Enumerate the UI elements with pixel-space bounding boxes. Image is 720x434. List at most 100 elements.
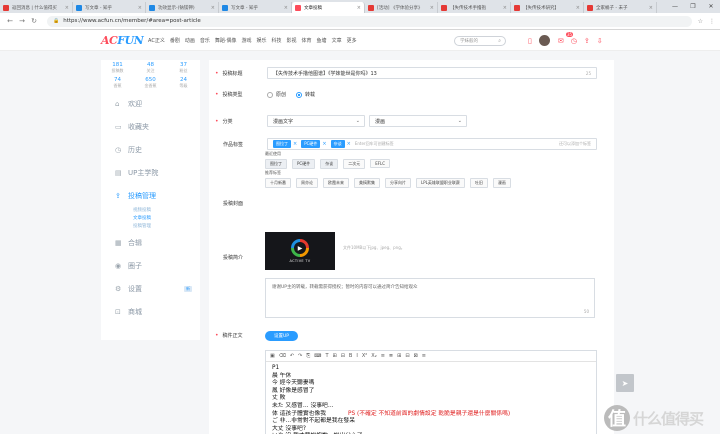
message-icon[interactable]: ✉ bbox=[558, 37, 564, 45]
sidebar-item[interactable]: ◷ 历史 bbox=[101, 138, 200, 161]
browser-tab[interactable]: 【失传技术研究】 × bbox=[511, 2, 584, 13]
history-icon[interactable]: ◷ bbox=[571, 37, 577, 45]
close-icon[interactable]: × bbox=[347, 141, 351, 147]
toolbar-button[interactable]: ⊞ bbox=[333, 353, 337, 359]
close-icon[interactable]: × bbox=[293, 141, 297, 147]
close-icon[interactable]: × bbox=[357, 5, 361, 11]
sidebar-item[interactable]: ⌂ 欢迎 bbox=[101, 92, 200, 115]
browser-tab[interactable]: 写文章 - 知乎 × bbox=[219, 2, 292, 13]
stat-item[interactable]: 24 等级 bbox=[167, 77, 200, 92]
stat-item[interactable]: 650 金香蕉 bbox=[134, 77, 167, 92]
minimize-icon[interactable]: — bbox=[666, 3, 684, 10]
close-icon[interactable]: × bbox=[65, 5, 69, 11]
toolbar-button[interactable]: ⎘ bbox=[306, 353, 310, 359]
stat-item[interactable]: 37 粉丝 bbox=[167, 62, 200, 77]
sidebar-item[interactable]: ▦ 合辑 bbox=[101, 231, 200, 254]
back-icon[interactable]: ← bbox=[5, 17, 15, 25]
close-icon[interactable]: × bbox=[649, 5, 653, 11]
set-up-button[interactable]: 设置UP bbox=[265, 331, 298, 341]
nav-link[interactable]: 文章 bbox=[332, 37, 342, 44]
maximize-icon[interactable]: ❐ bbox=[684, 3, 702, 10]
toolbar-button[interactable]: T bbox=[325, 353, 328, 359]
nav-link[interactable]: AC正义 bbox=[148, 37, 165, 44]
browser-tab[interactable]: 全家桶子 - 未子 × bbox=[584, 2, 657, 13]
title-input[interactable]: 【失传技术手撸他图谱】《学妹能世是你吗》13 25 bbox=[267, 67, 597, 79]
toolbar-button[interactable]: ▣ bbox=[270, 353, 275, 359]
close-icon[interactable]: × bbox=[576, 5, 580, 11]
recommend-tag[interactable]: 十月新番 bbox=[265, 178, 291, 188]
sidebar-item[interactable]: ⚙ 设置 新 bbox=[101, 277, 200, 300]
toolbar-button[interactable]: ⊟ bbox=[405, 353, 409, 359]
toolbar-button[interactable]: ⊞ bbox=[397, 353, 401, 359]
forward-icon[interactable]: → bbox=[17, 17, 27, 25]
recent-tag[interactable]: PC硬件 bbox=[292, 159, 316, 169]
browser-tab[interactable]: 文章投稿 × bbox=[292, 2, 365, 13]
toolbar-button[interactable]: I bbox=[356, 353, 357, 359]
recommend-tag[interactable]: 美搞默集 bbox=[354, 178, 380, 188]
search-input[interactable]: 学妹般的 ⌕ bbox=[454, 36, 506, 46]
summary-textarea[interactable]: 谢谢UP主的转载，转载需获得授权；暂时的内容可以通过简介告知给观众 50 bbox=[265, 278, 595, 318]
reload-icon[interactable]: ↻ bbox=[29, 17, 39, 25]
stat-item[interactable]: 48 关注 bbox=[134, 62, 167, 77]
category-select-1[interactable]: 漫画文字 ⌄ bbox=[267, 115, 365, 127]
sidebar-subitem[interactable]: 投稿管理 bbox=[101, 223, 200, 231]
editor-content[interactable]: P1 晨 午休今 經今天聽妻嗎鳳 好像是感冒了丈 敗未た 又感冒… 沒事吧… 体 這… bbox=[266, 362, 596, 434]
nav-link[interactable]: 影视 bbox=[287, 37, 297, 44]
rich-text-editor[interactable]: ▣ ⌫ ↶ ↷ ⎘ ⌨ T ⊞ ⊟ B I X² X₂ ≡ ≣ ⊞ ⊟ ⊠ ≡ P1 晨 午休今 經今天聽妻嗎鳳 好像… bbox=[265, 350, 597, 434]
tags-input[interactable]: 图拉丁 × PC硬件 × 杂谈 × Enter回车可创建标签 还可以添加个标签 bbox=[267, 138, 597, 150]
logo[interactable]: ACFUN bbox=[101, 34, 144, 47]
radio-original[interactable]: 原创 bbox=[267, 91, 286, 98]
recommend-tag[interactable]: 周亦论 bbox=[296, 178, 318, 188]
browser-tab[interactable]: 写文章 - 知乎 × bbox=[73, 2, 146, 13]
toolbar-button[interactable]: ↷ bbox=[298, 353, 302, 359]
phone-icon[interactable]: ▯ bbox=[528, 37, 532, 45]
browser-tab[interactable]: 返回消息 | 什么值得买 × bbox=[0, 2, 73, 13]
close-icon[interactable]: × bbox=[211, 5, 215, 11]
recommend-tag[interactable]: 欧霞未来 bbox=[323, 178, 349, 188]
recommend-tag[interactable]: 漫画 bbox=[492, 178, 511, 188]
nav-link[interactable]: 动画 bbox=[185, 37, 195, 44]
nav-link[interactable]: 音乐 bbox=[200, 37, 210, 44]
upload-icon[interactable]: ⇪ bbox=[584, 37, 590, 45]
close-window-icon[interactable]: ✕ bbox=[702, 3, 720, 10]
sidebar-subitem[interactable]: 文章投稿 bbox=[101, 215, 200, 223]
nav-link[interactable]: 更多 bbox=[347, 37, 357, 44]
star-icon[interactable]: ☆ bbox=[698, 18, 703, 25]
close-icon[interactable]: × bbox=[503, 5, 507, 11]
toolbar-button[interactable]: ≡ bbox=[422, 353, 426, 359]
sidebar-item[interactable]: ⊡ 商城 bbox=[101, 300, 200, 323]
toolbar-button[interactable]: X₂ bbox=[371, 353, 376, 359]
recent-tag[interactable]: 杂谈 bbox=[320, 159, 339, 169]
recent-tag[interactable]: EFLC bbox=[370, 159, 391, 168]
cover-image[interactable]: ▶ ACTIVE TV bbox=[265, 232, 335, 270]
nav-link[interactable]: 科技 bbox=[272, 37, 282, 44]
sidebar-item[interactable]: ◉ 圈子 bbox=[101, 254, 200, 277]
toolbar-button[interactable]: ≡ bbox=[381, 353, 385, 359]
close-icon[interactable]: × bbox=[284, 5, 288, 11]
toolbar-button[interactable]: ↶ bbox=[290, 353, 294, 359]
toolbar-button[interactable]: ⊠ bbox=[414, 353, 418, 359]
close-icon[interactable]: × bbox=[138, 5, 142, 11]
avatar[interactable] bbox=[538, 35, 550, 46]
search-icon[interactable]: ⌕ bbox=[498, 38, 501, 44]
toolbar-button[interactable]: ⌫ bbox=[279, 353, 286, 359]
toolbar-button[interactable]: B bbox=[349, 353, 352, 359]
sidebar-subitem[interactable]: 视频投稿 bbox=[101, 207, 200, 215]
browser-tab[interactable]: 功效显示-(钠镁钾) × bbox=[146, 2, 219, 13]
toolbar-button[interactable]: X² bbox=[362, 353, 367, 359]
nav-link[interactable]: 娱乐 bbox=[256, 37, 266, 44]
menu-icon[interactable]: ⋮ bbox=[709, 18, 715, 25]
nav-link[interactable]: 游戏 bbox=[241, 37, 251, 44]
stat-item[interactable]: 74 香蕉 bbox=[101, 77, 134, 92]
url-field[interactable]: 🔒 https://www.acfun.cn/member/#area=post… bbox=[47, 15, 692, 27]
recommend-tag[interactable]: 吐旧 bbox=[469, 178, 488, 188]
recent-tag[interactable]: 图拉丁 bbox=[265, 159, 287, 169]
close-icon[interactable]: × bbox=[430, 5, 434, 11]
send-icon[interactable]: ➤ bbox=[616, 374, 634, 392]
stat-item[interactable]: 181 投稿数 bbox=[101, 62, 134, 77]
toolbar-button[interactable]: ⊟ bbox=[341, 353, 345, 359]
browser-tab[interactable]: 【失传技术手撸抱 × bbox=[438, 2, 511, 13]
nav-link[interactable]: 鱼塘 bbox=[317, 37, 327, 44]
recent-tag[interactable]: 二次元 bbox=[343, 159, 366, 169]
browser-tab[interactable]: [活动] 《学体验分享》 × bbox=[365, 2, 438, 13]
